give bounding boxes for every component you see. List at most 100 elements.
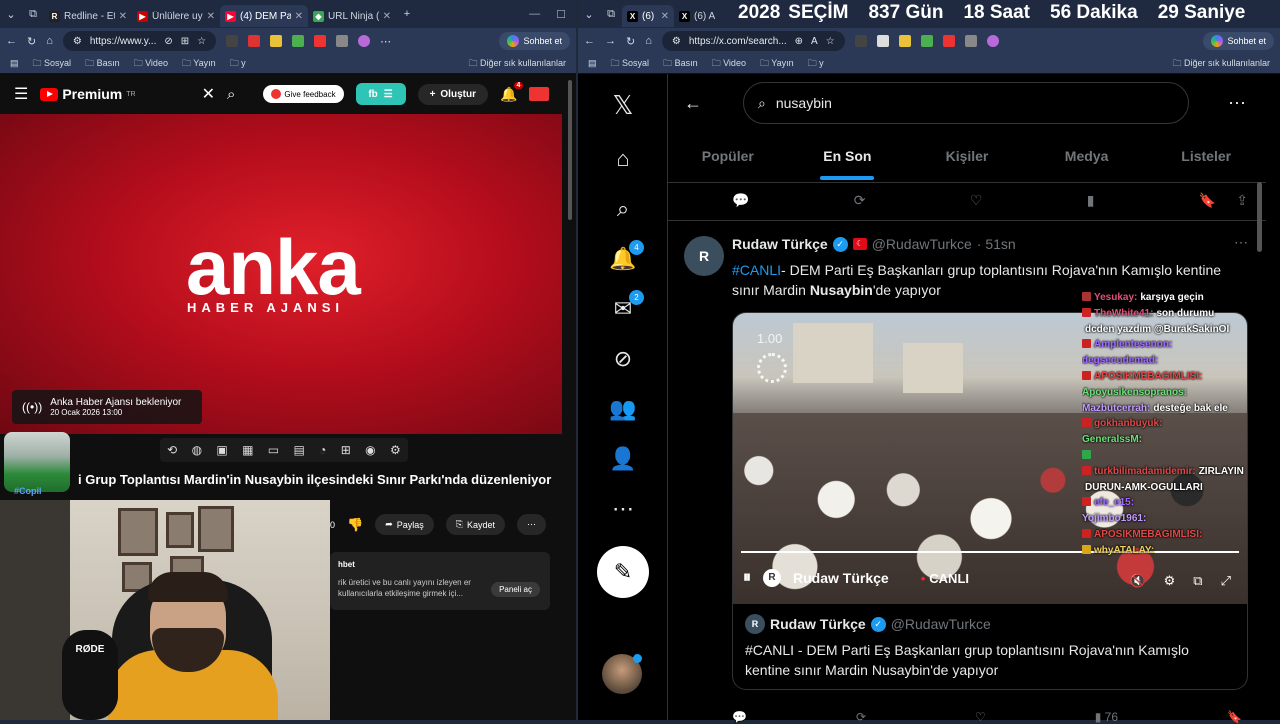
split-screen-icon[interactable]: ⊞ [181,36,189,47]
give-feedback-button[interactable]: Give feedback [263,85,344,103]
fullscreen-icon[interactable]: ⤢ [1221,573,1231,589]
bookmark-folder-video[interactable]: 🗀 Video [134,56,168,72]
x-logo-icon[interactable]: 𝕏 [608,90,638,120]
tab-lists[interactable]: Listeler [1146,132,1266,182]
workspaces-icon[interactable]: ⧉ [22,8,44,21]
more-actions-button[interactable]: ⋯ [517,514,546,535]
extension-icon[interactable] [964,35,977,47]
audio-icon[interactable]: ◍ [192,443,202,457]
account-avatar[interactable] [602,654,642,694]
favorite-star-icon[interactable]: ☆ [197,36,206,47]
site-info-icon[interactable]: ⚙ [672,36,681,47]
tab-close-icon[interactable]: ✕ [119,11,127,22]
more-dots-icon[interactable]: ⋯ [380,35,391,48]
settings-gear-icon[interactable]: ⚙ [390,443,401,457]
profile-avatar-icon[interactable] [986,35,999,47]
account-avatar-icon[interactable] [529,87,550,101]
read-aloud-icon[interactable]: A [811,36,818,47]
tab-close-icon[interactable]: ✕ [661,11,669,22]
messages-envelope-icon[interactable]: ✉ 2 [608,290,644,324]
extension-icon[interactable] [854,35,867,47]
extension-icon[interactable] [226,35,239,47]
more-circle-icon[interactable]: ⋯ [608,494,638,524]
like-heart-icon[interactable]: ♡ [970,192,983,209]
other-bookmarks[interactable]: 🗀 Diğer sık kullanılanlar [1172,56,1270,72]
extension-icon[interactable] [314,35,327,47]
tweet-more-icon[interactable]: ⋯ [1234,234,1248,251]
zoom-icon[interactable]: ⊕ [795,36,803,47]
screenshot-icon[interactable]: ▣ [216,443,227,457]
tweet-author-handle[interactable]: @RudawTurkce [872,236,972,252]
bookmark-folder-y[interactable]: 🗀 y [230,56,246,72]
refresh-icon[interactable]: ↻ [626,35,635,48]
bookmark-folder-basin[interactable]: 🗀 Basın [663,56,698,72]
tab-x-second[interactable]: X (6) A [674,5,724,27]
tweet-time[interactable]: · 51sn [977,236,1016,252]
tweet-author-avatar[interactable]: R [684,236,724,276]
minimize-icon[interactable]: — [529,8,540,21]
yt-scrollbar[interactable] [568,80,572,220]
open-panel-button[interactable]: Paneli aç [491,582,540,597]
tab-actions-chevron-icon[interactable]: ⌄ [0,8,22,21]
repost-icon[interactable]: ⟳ [854,192,866,209]
refresh-icon[interactable]: ↻ [27,35,36,48]
tab-actions-chevron-icon[interactable]: ⌄ [578,8,600,21]
extension-icon[interactable] [942,35,955,47]
bookmark-icon[interactable]: 🔖 [1227,710,1242,724]
close-search-icon[interactable]: ✕ [202,84,215,104]
views-count[interactable]: ▮ 76 [1095,710,1118,724]
cinema-icon[interactable]: ▭ [268,443,279,457]
save-button[interactable]: ⎘ Kaydet [445,514,505,535]
tab-people[interactable]: Kişiler [907,132,1027,182]
loop-icon[interactable]: ⟲ [167,443,177,457]
forward-arrow-icon[interactable]: → [605,35,616,47]
notifications-bell-icon[interactable]: 🔔 4 [608,240,644,274]
dislike-icon[interactable]: 👎 [347,517,363,533]
grok-icon[interactable]: ⊘ [608,344,638,374]
url-field[interactable]: ⚙ https://x.com/search... ⊕ A ☆ [661,31,845,51]
reply-icon[interactable]: 💬 [732,192,749,209]
extension-icon[interactable] [292,35,305,47]
create-button[interactable]: + Oluştur [417,83,488,105]
reply-icon[interactable]: 💬 [732,710,747,724]
maximize-icon[interactable]: ☐ [556,8,566,21]
workspaces-icon[interactable]: ⧉ [600,8,622,21]
extension-icon[interactable] [920,35,933,47]
back-arrow-icon[interactable]: ← [668,93,718,114]
bookmark-folder-yayin[interactable]: 🗀 Yayın [760,56,794,72]
favorite-star-icon[interactable]: ☆ [826,36,835,47]
extension-icon[interactable] [876,35,889,47]
pip-icon[interactable]: ⧉ [1193,573,1202,589]
home-icon[interactable]: ⌂ [46,35,53,47]
settings-gear-icon[interactable]: ⚙ [1164,573,1176,589]
tab-popular[interactable]: Popüler [668,132,788,182]
views-chart-icon[interactable]: ▮ [1087,192,1095,209]
film-icon[interactable]: ▦ [242,443,253,457]
new-tab-plus-icon[interactable]: + [396,8,418,20]
explore-search-icon[interactable]: ⌕ [608,194,638,224]
home-icon[interactable]: ⌂ [608,144,638,174]
youtube-premium-logo[interactable]: Premium TR [40,86,136,102]
tab-media[interactable]: Medya [1027,132,1147,182]
tab-close-icon[interactable]: ✕ [207,11,215,22]
tab-dem-parti[interactable]: ▶ (4) DEM Parti G ✕ [220,5,308,27]
tab-x-search[interactable]: X (6) n ✕ [622,5,674,27]
site-info-icon[interactable]: ⚙ [73,36,82,47]
tab-unlulere[interactable]: ▶ Ünlülere uyuştu ✕ [132,5,220,27]
back-arrow-icon[interactable]: ← [584,35,595,47]
like-heart-icon[interactable]: ♡ [975,710,986,724]
profile-person-icon[interactable]: 👤 [608,444,638,474]
share-icon[interactable]: ⇪ [1236,192,1248,209]
bookmark-folder-basin[interactable]: 🗀 Basın [85,56,120,72]
tab-redline[interactable]: R Redline - Etkileş ✕ [44,5,132,27]
upcoming-live-card[interactable]: ((•)) Anka Haber Ajansı bekleniyor 20 Oc… [12,390,202,424]
profile-avatar-icon[interactable] [358,35,371,47]
bookmarks-toggle-icon[interactable]: ▤ [10,58,19,69]
extension-icon[interactable] [270,35,283,47]
mute-icon[interactable]: 🔇 [1129,573,1145,589]
notifications-bell-icon[interactable]: 🔔 4 [500,81,524,103]
copilot-button[interactable]: Sohbet et [1203,32,1274,50]
fb-extension-button[interactable]: fb ☰ [355,83,406,105]
bookmark-folder-sosyal[interactable]: 🗀 Sosyal [33,56,72,72]
tracking-icon[interactable]: ⊘ [164,36,172,47]
